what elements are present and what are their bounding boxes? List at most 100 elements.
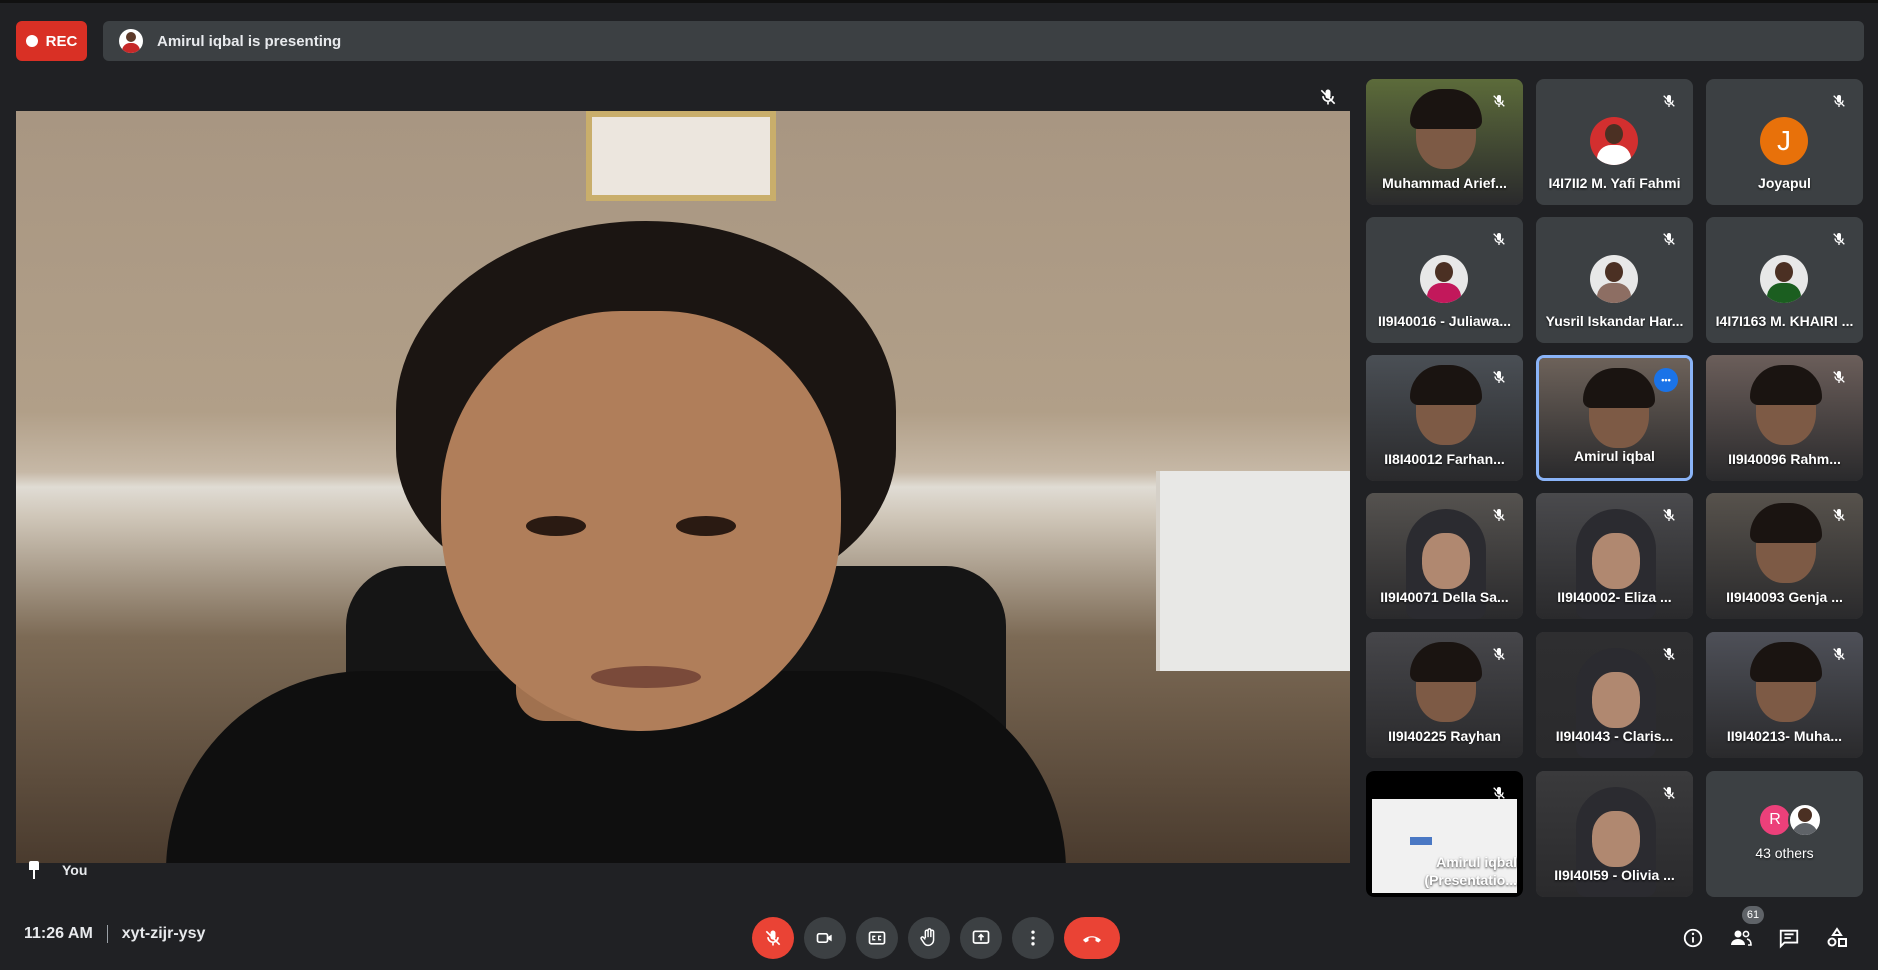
participant-avatar — [1760, 255, 1808, 303]
participant-name: II9I40225 Rayhan — [1388, 728, 1501, 744]
hand-icon — [920, 928, 935, 947]
present-now-button[interactable] — [960, 917, 1002, 959]
more-vertical-icon — [1031, 930, 1035, 946]
recording-label: REC — [45, 32, 78, 50]
wall-picture-frame — [586, 111, 776, 201]
microphone-toggle-button[interactable] — [752, 917, 794, 959]
person-mouth — [591, 666, 701, 688]
mic-off-icon — [1320, 89, 1336, 105]
meeting-time: 11:26 AM — [24, 925, 93, 942]
mic-off-icon — [1663, 233, 1675, 245]
mic-off-icon — [1493, 95, 1505, 107]
presenting-text: Amirul iqbal is presenting — [157, 32, 342, 50]
pin-icon[interactable] — [26, 861, 42, 879]
participant-name: I4I7I163 M. KHAIRI ... — [1715, 313, 1854, 329]
presenter-avatar — [119, 29, 143, 53]
captions-icon — [868, 931, 886, 945]
leave-call-button[interactable] — [1064, 917, 1120, 959]
participant-avatar: J — [1760, 117, 1808, 165]
mic-off-icon — [1493, 787, 1505, 799]
participant-tile[interactable]: II9I40002- Eliza ... — [1536, 493, 1693, 619]
participant-tile[interactable]: II9I40096 Rahm... — [1706, 355, 1863, 481]
mic-off-icon — [1833, 371, 1845, 383]
participant-name: Yusril Iskandar Har... — [1545, 313, 1684, 329]
camera-toggle-button[interactable] — [804, 917, 846, 959]
participant-tile[interactable]: Yusril Iskandar Har... — [1536, 217, 1693, 343]
participant-name: II9I40071 Della Sa... — [1380, 589, 1509, 605]
people-icon — [1731, 930, 1752, 946]
activities-shapes-icon — [1827, 927, 1847, 947]
participant-tile[interactable]: ••• Amirul iqbal — [1536, 355, 1693, 481]
participant-tile[interactable]: II9I40213- Muha... — [1706, 632, 1863, 758]
person-eye — [676, 516, 736, 536]
participant-name: Amirul iqbal — [1574, 448, 1655, 464]
participant-tile[interactable]: J Joyapul — [1706, 79, 1863, 205]
chat-icon — [1779, 929, 1799, 949]
meeting-details-button[interactable] — [1678, 923, 1708, 953]
mic-off-icon — [1833, 233, 1845, 245]
background-window — [1156, 471, 1350, 671]
mic-off-icon — [1833, 95, 1845, 107]
participant-name: II8I40012 Farhan... — [1384, 451, 1505, 467]
meeting-code[interactable]: xyt-zijr-ysy — [122, 925, 206, 943]
people-button[interactable] — [1726, 923, 1756, 953]
participant-tile[interactable]: II9I40I43 - Claris... — [1536, 632, 1693, 758]
raise-hand-button[interactable] — [908, 917, 950, 959]
participant-name: II9I40I59 - Olivia ... — [1554, 867, 1675, 883]
participant-tile[interactable]: Amirul iqbal (Presentatio... — [1366, 771, 1523, 897]
tile-more-options-icon[interactable]: ••• — [1654, 368, 1678, 392]
captions-button[interactable] — [856, 917, 898, 959]
participant-tile[interactable]: I4I7I163 M. KHAIRI ... — [1706, 217, 1863, 343]
participant-tile[interactable]: II9I40I59 - Olivia ... — [1536, 771, 1693, 897]
participant-name: I4I7II2 M. Yafi Fahmi — [1548, 175, 1681, 191]
others-avatar: R — [1758, 803, 1792, 837]
participant-tile[interactable]: II9I40071 Della Sa... — [1366, 493, 1523, 619]
participant-name: Muhammad Arief... — [1382, 175, 1507, 191]
participant-tile[interactable]: II9I40016 - Juliawa... — [1366, 217, 1523, 343]
participant-tile[interactable]: I4I7II2 M. Yafi Fahmi — [1536, 79, 1693, 205]
mic-off-icon — [1833, 648, 1845, 660]
mic-off-icon — [1493, 509, 1505, 521]
recording-badge[interactable]: REC — [16, 21, 87, 61]
others-avatar-stack: R — [1758, 803, 1824, 837]
participant-name: II9I40002- Eliza ... — [1557, 589, 1672, 605]
main-video-feed[interactable] — [16, 111, 1350, 863]
mic-off-icon — [1663, 509, 1675, 521]
participant-tile[interactable]: II9I40093 Genja ... — [1706, 493, 1863, 619]
participant-name: II9I40213- Muha... — [1726, 728, 1843, 744]
mic-off-icon — [1663, 95, 1675, 107]
mic-off-icon — [1663, 787, 1675, 799]
mic-off-icon — [1493, 371, 1505, 383]
participant-tile[interactable]: II8I40012 Farhan... — [1366, 355, 1523, 481]
participant-tile[interactable]: II9I40225 Rayhan — [1366, 632, 1523, 758]
mic-off-icon — [1663, 648, 1675, 660]
participant-name: II9I40I43 - Claris... — [1555, 728, 1674, 744]
participant-name: II9I40093 Genja ... — [1726, 589, 1843, 605]
participant-name: II9I40096 Rahm... — [1728, 451, 1841, 467]
participant-name: II9I40016 - Juliawa... — [1377, 313, 1512, 329]
mic-off-icon — [1833, 509, 1845, 521]
meet-window: REC Amirul iqbal is presenting You Muham… — [0, 0, 1878, 970]
participant-tile[interactable]: Muhammad Arief... — [1366, 79, 1523, 205]
mic-off-icon — [765, 930, 781, 946]
presenting-banner: Amirul iqbal is presenting — [103, 21, 1864, 61]
record-dot-icon — [25, 35, 38, 47]
mic-off-icon — [1493, 648, 1505, 660]
participant-name: Amirul iqbal (Presentatio... — [1424, 854, 1517, 888]
others-tile[interactable]: R 43 others — [1706, 771, 1863, 897]
hang-up-icon — [1083, 936, 1101, 943]
camera-icon — [816, 933, 832, 943]
present-screen-icon — [972, 930, 990, 944]
self-name: You — [62, 862, 88, 878]
mic-off-icon — [1493, 233, 1505, 245]
divider — [106, 925, 108, 943]
participant-avatar — [1590, 117, 1638, 165]
person-eye — [526, 516, 586, 536]
more-options-button[interactable] — [1012, 917, 1054, 959]
chat-button[interactable] — [1774, 923, 1804, 953]
people-count-badge: 61 — [1742, 906, 1764, 924]
activities-button[interactable] — [1822, 923, 1852, 953]
self-view-label: You — [26, 861, 87, 879]
others-label: 43 others — [1755, 845, 1814, 861]
participant-avatar — [1420, 255, 1468, 303]
